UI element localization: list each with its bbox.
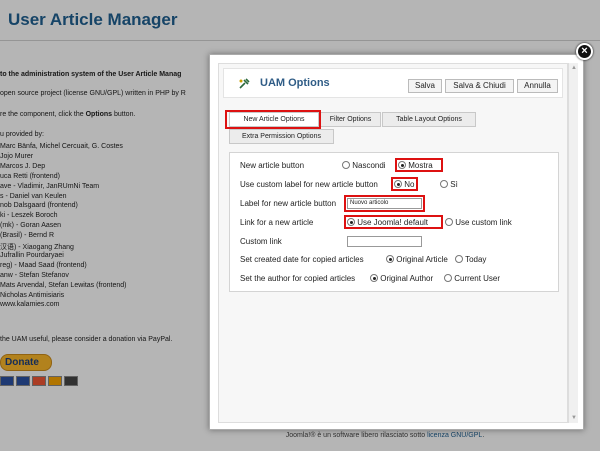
new-article-options-panel: New article button Nascondi Mostra Use c… [229, 152, 559, 292]
custom-label-label: Use custom label for new article button [240, 180, 378, 189]
label-new-button-label: Label for new article button [240, 199, 337, 208]
cancel-button[interactable]: Annulla [517, 79, 558, 93]
highlight-tab [225, 110, 321, 129]
radio-icon[interactable] [445, 218, 453, 226]
options-toolbar: UAM Options Salva Salva & Chiudi Annulla [223, 68, 563, 98]
created-date-label: Set created date for copied articles [240, 255, 364, 264]
nascondi-option[interactable]: Nascondi [342, 161, 386, 170]
radio-icon[interactable] [440, 180, 448, 188]
highlight-label-input [344, 195, 425, 212]
highlight-mostra [395, 158, 443, 172]
author-label: Set the author for copied articles [240, 274, 356, 283]
highlight-joomla-default [344, 215, 443, 229]
current-user-option[interactable]: Current User [444, 274, 500, 283]
tab-filter-options[interactable]: Filter Options [320, 112, 381, 127]
modal-content: UAM Options Salva Salva & Chiudi Annulla… [218, 63, 568, 423]
today-option[interactable]: Today [455, 255, 486, 264]
modal-title: UAM Options [260, 77, 330, 89]
highlight-no [391, 177, 418, 191]
original-article-option[interactable]: Original Article [386, 255, 448, 264]
scroll-down-icon[interactable]: ▼ [569, 413, 579, 423]
scroll-up-icon[interactable]: ▲ [569, 63, 579, 73]
tab-extra-permission-options[interactable]: Extra Permission Options [229, 129, 334, 144]
options-modal: UAM Options Salva Salva & Chiudi Annulla… [209, 54, 584, 430]
tools-icon [238, 78, 250, 90]
radio-icon[interactable] [455, 255, 463, 263]
save-close-button[interactable]: Salva & Chiudi [445, 79, 514, 93]
tab-table-layout-options[interactable]: Table Layout Options [382, 112, 476, 127]
link-new-label: Link for a new article [240, 218, 314, 227]
si-option[interactable]: Sì [440, 180, 458, 189]
radio-selected-icon[interactable] [386, 255, 394, 263]
original-author-option[interactable]: Original Author [370, 274, 433, 283]
custom-link-input[interactable] [347, 236, 422, 247]
radio-icon[interactable] [342, 161, 350, 169]
close-modal-button[interactable]: × [576, 43, 593, 60]
radio-icon[interactable] [444, 274, 452, 282]
save-button[interactable]: Salva [408, 79, 442, 93]
new-article-button-label: New article button [240, 161, 305, 170]
custom-link-option[interactable]: Use custom link [445, 218, 512, 227]
custom-link-label: Custom link [240, 237, 282, 246]
modal-scrollbar[interactable]: ▲ ▼ [568, 63, 578, 423]
radio-selected-icon[interactable] [370, 274, 378, 282]
